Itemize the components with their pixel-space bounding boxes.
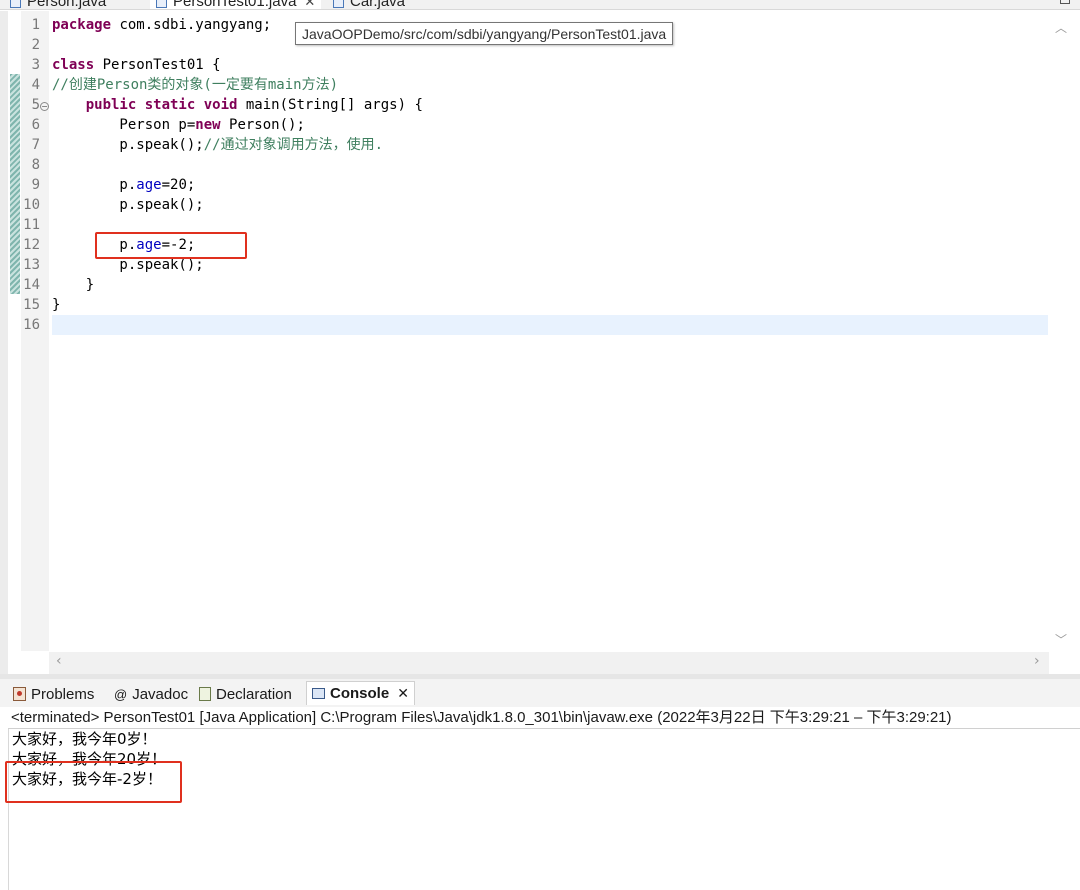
file-path-tooltip: JavaOOPDemo/src/com/sdbi/yangyang/Person… bbox=[295, 22, 674, 45]
at-sign-icon: @ bbox=[114, 686, 128, 702]
chevron-up-icon[interactable]: ︿ bbox=[1055, 19, 1067, 36]
tab-person-java[interactable]: Person.java bbox=[10, 0, 107, 10]
java-file-icon bbox=[10, 0, 21, 8]
line-number: 3 bbox=[31, 57, 40, 73]
code-line-4: //创建Person类的对象(一定要有main方法) bbox=[52, 77, 339, 93]
tab-declaration[interactable]: Declaration bbox=[199, 684, 292, 704]
close-icon[interactable]: ✕ bbox=[304, 0, 315, 9]
line-number: 2 bbox=[31, 37, 40, 53]
tab-label: Javadoc bbox=[132, 685, 189, 703]
code-line-7: p.speak();//通过对象调用方法，使用. bbox=[52, 137, 384, 153]
console-icon bbox=[312, 688, 325, 699]
line-number: 15 bbox=[23, 297, 40, 313]
console-status-line: <terminated> PersonTest01 [Java Applicat… bbox=[11, 709, 952, 726]
line-number: 5 bbox=[31, 97, 40, 113]
code-line-9: p.age=20; bbox=[52, 177, 196, 193]
line-number: 13 bbox=[23, 257, 40, 273]
console-output-area[interactable] bbox=[8, 729, 1080, 890]
code-line-6: Person p=new Person(); bbox=[52, 117, 305, 133]
code-line-14: } bbox=[52, 277, 95, 293]
code-line-5: public static void main(String[] args) { bbox=[85, 97, 423, 113]
chevron-left-icon[interactable]: ‹ bbox=[56, 653, 62, 669]
chevron-down-icon[interactable]: ﹀ bbox=[1055, 631, 1067, 648]
code-line-1: package com.sdbi.yangyang; bbox=[52, 17, 272, 33]
code-annotation-box bbox=[95, 232, 247, 259]
tab-label: Problems bbox=[31, 685, 95, 703]
tab-label: Car.java bbox=[350, 0, 406, 10]
line-number: 10 bbox=[23, 197, 40, 213]
tab-console[interactable]: Console ✕ bbox=[306, 681, 415, 705]
line-number: 7 bbox=[31, 137, 40, 153]
console-annotation-box bbox=[5, 761, 182, 803]
maximize-icon[interactable] bbox=[1060, 0, 1070, 4]
tab-javadoc[interactable]: @ Javadoc bbox=[114, 684, 188, 704]
fold-collapse-icon[interactable]: − bbox=[40, 102, 49, 111]
line-number: 1 bbox=[31, 17, 40, 33]
close-icon[interactable]: ✕ bbox=[397, 685, 409, 702]
editor-left-strip bbox=[0, 11, 8, 674]
code-line-10: p.speak(); bbox=[52, 197, 204, 213]
tab-label: Declaration bbox=[216, 685, 292, 703]
horizontal-scrollbar[interactable] bbox=[49, 652, 1049, 674]
line-number: 11 bbox=[23, 217, 40, 233]
console-output-line: 大家好，我今年0岁！ bbox=[12, 730, 157, 748]
change-ruler bbox=[10, 74, 20, 294]
chevron-right-icon[interactable]: › bbox=[1034, 653, 1040, 669]
vertical-scrollbar[interactable] bbox=[1049, 11, 1080, 651]
line-number: 8 bbox=[31, 157, 40, 173]
tab-persontest01-java[interactable]: PersonTest01.java ✕ bbox=[150, 0, 322, 10]
tab-label: PersonTest01.java bbox=[173, 0, 297, 10]
tab-problems[interactable]: Problems bbox=[13, 684, 94, 704]
line-number: 12 bbox=[23, 237, 40, 253]
line-number: 6 bbox=[31, 117, 40, 133]
code-line-3: class PersonTest01 { bbox=[52, 57, 221, 73]
code-editor[interactable]: 1 2 3 4 5 6 7 8 9 10 11 12 13 14 15 16 −… bbox=[0, 11, 1080, 674]
code-line-15: } bbox=[52, 297, 61, 313]
java-file-icon bbox=[156, 0, 167, 8]
declaration-icon bbox=[199, 687, 211, 701]
line-number: 16 bbox=[23, 317, 40, 333]
editor-tab-bar: Person.java PersonTest01.java ✕ Car.java bbox=[0, 0, 1080, 10]
line-number: 4 bbox=[31, 77, 40, 93]
current-line-highlight bbox=[52, 315, 1048, 335]
line-number: 14 bbox=[23, 277, 40, 293]
tab-label: Console bbox=[330, 685, 390, 702]
problems-icon bbox=[13, 687, 26, 701]
line-number: 9 bbox=[31, 177, 40, 193]
java-file-icon bbox=[333, 0, 344, 8]
tab-car-java[interactable]: Car.java bbox=[333, 0, 406, 10]
tab-label: Person.java bbox=[27, 0, 107, 10]
